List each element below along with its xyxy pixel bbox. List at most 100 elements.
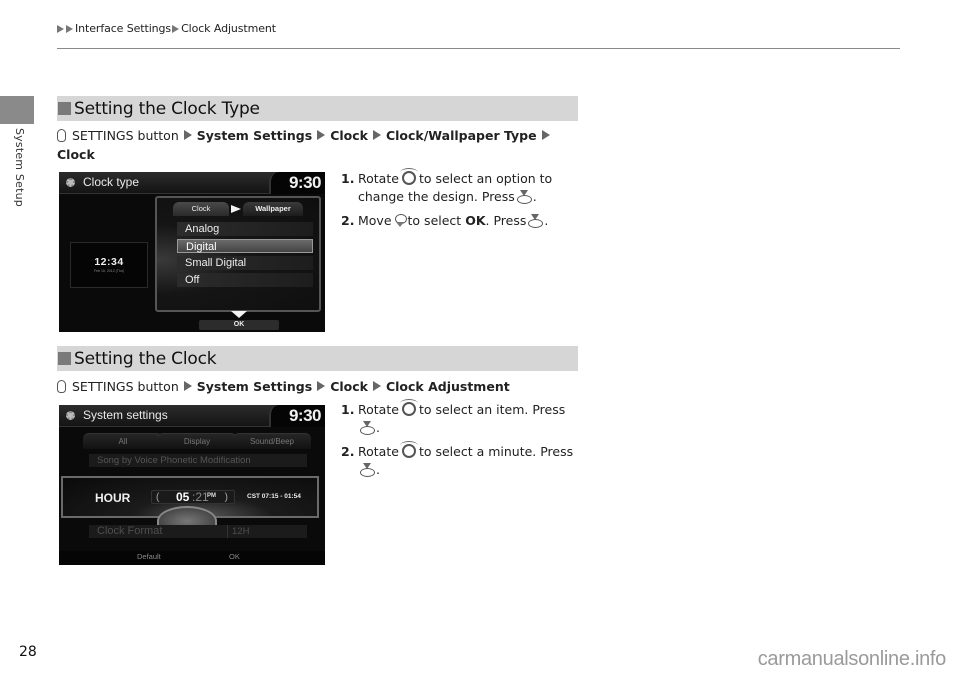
path-prefix: SETTINGS button — [72, 128, 179, 143]
screen-title: Clock type — [83, 175, 140, 189]
path-arrow-icon — [372, 381, 381, 391]
hour-adjust-bar: HOUR ( 05 :21 PM ) CST 07:15 - 01:54 — [61, 476, 319, 536]
breadcrumb: Interface Settings Clock Adjustment — [57, 22, 276, 35]
options-panel: Clock Wallpaper Analog Digital Small Dig… — [155, 196, 321, 312]
hour-value: 05 — [176, 490, 190, 504]
step-text: to select an item. Press — [418, 402, 566, 417]
interface-dial-press-icon — [516, 190, 532, 204]
path-arrow-icon — [541, 130, 550, 140]
step-text: Move — [358, 213, 392, 228]
system-settings-screen: System settings 9:30 All Display Sound/B… — [59, 405, 325, 565]
step-text: Rotate — [358, 444, 399, 459]
section-square-icon — [58, 352, 71, 365]
ampm-indicator: PM — [207, 493, 216, 499]
tab-bar: All Display Sound/Beep — [67, 433, 317, 449]
tab-arrow-icon — [231, 205, 241, 213]
down-arrow-icon — [231, 311, 247, 318]
step-text: to select a minute. Press — [418, 444, 574, 459]
path-item: Clock/Wallpaper Type — [385, 128, 537, 143]
path-arrow-icon — [317, 130, 326, 140]
steps-list: 1. Rotate to select an option to change t… — [341, 168, 581, 236]
bottom-bar: Default OK — [59, 551, 325, 565]
default-button[interactable]: Default — [137, 552, 161, 561]
settings-button-icon — [57, 129, 66, 142]
path-arrow-icon — [372, 130, 381, 140]
settings-gear-icon — [66, 178, 75, 187]
left-bracket-icon: ( — [156, 492, 160, 503]
path-item: System Settings — [196, 128, 313, 143]
settings-gear-icon — [66, 411, 75, 420]
row-clock-format[interactable]: Clock Format 12H — [89, 525, 307, 538]
chapter-label: System Setup — [13, 128, 26, 207]
settings-button-icon — [57, 380, 66, 393]
interface-dial-rotate-icon — [399, 399, 418, 416]
clock-format-value: 12H — [227, 525, 249, 538]
page-number: 28 — [19, 644, 37, 660]
step-text: . — [544, 213, 549, 228]
row-song-by-voice[interactable]: Song by Voice Phonetic Modification — [89, 454, 307, 467]
time-adjust-field[interactable]: ( 05 :21 PM ) — [151, 490, 235, 504]
step-item: 2. Move to select OK. Press. — [341, 212, 581, 230]
path-prefix: SETTINGS button — [72, 379, 179, 394]
tab-sound-beep[interactable]: Sound/Beep — [233, 433, 311, 449]
path-arrow-icon — [183, 381, 192, 391]
navigation-path: SETTINGS button System Settings Clock Clock… — [57, 126, 557, 164]
step-item: 2. Rotate to select a minute. Press. — [341, 441, 581, 479]
chapter-tab-marker — [0, 96, 34, 124]
step-item: 1. Rotate to select an item. Press. — [341, 399, 581, 437]
breadcrumb-item[interactable]: Interface Settings — [75, 22, 171, 35]
preview-date: Feb 16, 2012 (Thu) — [94, 269, 124, 273]
interface-dial-rotate-icon — [399, 441, 418, 458]
step-number: 2. — [341, 213, 355, 228]
tab-bar: Clock Wallpaper — [163, 202, 313, 216]
path-item: Clock — [330, 379, 368, 394]
step-text: Rotate — [358, 402, 399, 417]
step-text: . — [532, 189, 537, 204]
hour-label: HOUR — [95, 491, 131, 505]
breadcrumb-arrow-icon — [66, 24, 73, 33]
breadcrumb-arrow-icon — [57, 24, 64, 33]
option-analog[interactable]: Analog — [177, 222, 313, 236]
tab-wallpaper[interactable]: Wallpaper — [243, 202, 303, 216]
step-text: . — [376, 420, 380, 435]
breadcrumb-arrow-icon — [172, 24, 180, 33]
section-title: Setting the Clock Type — [74, 98, 260, 119]
tab-display[interactable]: Display — [157, 433, 237, 449]
path-item: Clock — [330, 128, 368, 143]
step-text: to select — [407, 213, 462, 228]
option-digital[interactable]: Digital — [177, 239, 313, 253]
step-text: . — [376, 462, 380, 477]
breadcrumb-item-current: Clock Adjustment — [181, 22, 276, 35]
screen-clock: 9:30 — [269, 172, 325, 194]
interface-dial-press-icon — [360, 463, 375, 477]
interface-dial-rotate-icon — [399, 168, 418, 185]
section-heading: Setting the Clock Type — [57, 96, 578, 121]
right-bracket-icon: ) — [224, 492, 228, 503]
interface-dial-press-icon — [360, 421, 375, 435]
section-square-icon — [58, 102, 71, 115]
tab-all[interactable]: All — [83, 433, 163, 449]
ok-button[interactable]: OK — [229, 552, 240, 561]
option-small-digital[interactable]: Small Digital — [177, 256, 313, 270]
step-bold-text: OK — [465, 213, 486, 228]
screen-header: System settings 9:30 — [59, 405, 325, 427]
tab-clock[interactable]: Clock — [173, 202, 229, 216]
screen-title: System settings — [83, 408, 168, 422]
path-item: Clock — [57, 147, 95, 162]
preview-time: 12:34 — [94, 256, 124, 268]
step-text: . Press — [485, 213, 527, 228]
header-divider — [57, 48, 900, 49]
step-number: 1. — [341, 171, 355, 186]
option-off[interactable]: Off — [177, 273, 313, 287]
clock-type-screen: Clock type 9:30 12:34 Feb 16, 2012 (Thu)… — [59, 172, 325, 332]
path-item: Clock Adjustment — [385, 379, 510, 394]
section-heading: Setting the Clock — [57, 346, 578, 371]
interface-dial-move-icon — [394, 214, 407, 228]
path-arrow-icon — [183, 130, 192, 140]
step-number: 1. — [341, 402, 355, 417]
ok-button[interactable]: OK — [199, 320, 279, 330]
watermark: carmanualsonline.info — [757, 648, 947, 670]
step-text: Rotate — [358, 171, 399, 186]
step-item: 1. Rotate to select an option to change t… — [341, 168, 581, 206]
section-title: Setting the Clock — [74, 348, 217, 369]
